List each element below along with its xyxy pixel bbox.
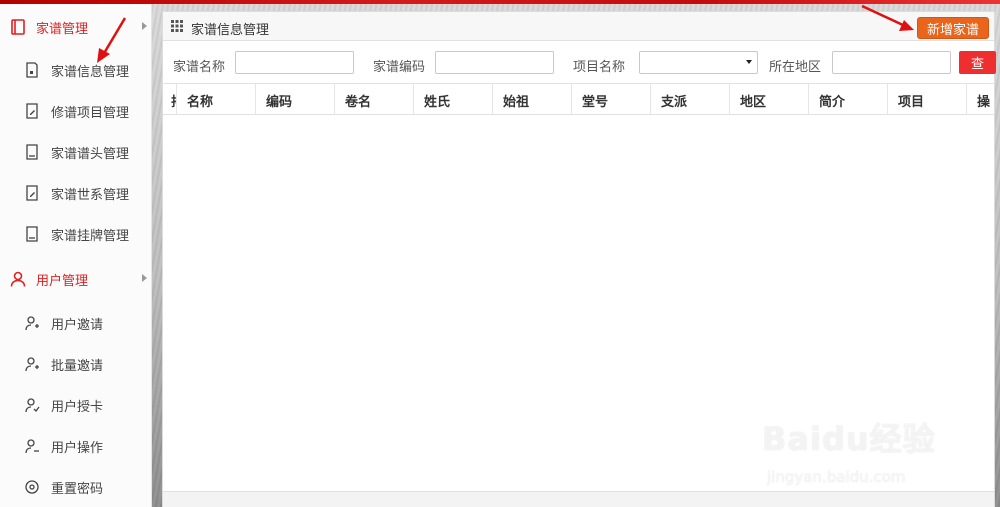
name-filter-input[interactable] bbox=[235, 51, 354, 74]
grid-icon bbox=[171, 20, 183, 32]
panel-header: 家谱信息管理 新增家谱 bbox=[163, 12, 994, 41]
user-settings-icon bbox=[25, 439, 39, 454]
code-filter-label: 家谱编码 bbox=[373, 60, 426, 75]
sidebar: 家谱管理 家谱信息管理 修谱项目管理 家谱谱头管理 家谱世系管理 家谱挂牌管理 … bbox=[0, 4, 152, 507]
sidebar-item-label: 家谱世系管理 bbox=[51, 188, 130, 203]
column-header[interactable]: 地区 bbox=[730, 84, 809, 114]
sidebar-item-label: 批量邀请 bbox=[51, 359, 104, 374]
sidebar-item-user-invite[interactable]: 用户邀请 bbox=[0, 305, 152, 341]
user-check-icon bbox=[25, 398, 40, 413]
column-header[interactable]: 姓氏 bbox=[414, 84, 493, 114]
table-header: 排 名称 编码 卷名 姓氏 始祖 堂号 支派 地区 简介 项目 操 bbox=[163, 83, 994, 115]
watermark-logo: Baidu经验 bbox=[762, 420, 936, 458]
column-header[interactable]: 堂号 bbox=[572, 84, 651, 114]
sidebar-group-label: 家谱管理 bbox=[36, 22, 89, 37]
sidebar-item-user-ops[interactable]: 用户操作 bbox=[0, 428, 152, 464]
sidebar-item-card-grant[interactable]: 用户授卡 bbox=[0, 387, 152, 423]
watermark-url: jingyan.baidu.com bbox=[767, 468, 906, 486]
list-document-icon bbox=[26, 144, 38, 160]
book-icon bbox=[11, 19, 25, 35]
sidebar-item-label: 修谱项目管理 bbox=[51, 106, 130, 121]
sidebar-item-batch-invite[interactable]: 批量邀请 bbox=[0, 346, 152, 382]
edit-document-icon bbox=[26, 103, 38, 119]
reset-icon bbox=[25, 480, 39, 494]
chevron-right-icon bbox=[142, 22, 147, 30]
sidebar-item-label: 用户授卡 bbox=[51, 400, 104, 415]
column-header[interactable]: 项目 bbox=[888, 84, 967, 114]
sidebar-item-reset-password[interactable]: 重置密码 bbox=[0, 469, 152, 505]
region-filter-label: 所在地区 bbox=[769, 60, 822, 75]
sidebar-item-label: 重置密码 bbox=[51, 482, 104, 497]
code-filter-input[interactable] bbox=[435, 51, 554, 74]
sidebar-item-project[interactable]: 修谱项目管理 bbox=[0, 93, 152, 129]
add-genealogy-button[interactable]: 新增家谱 bbox=[917, 17, 989, 39]
edit-document-icon bbox=[26, 185, 38, 201]
sidebar-item-genealogy-info[interactable]: 家谱信息管理 bbox=[0, 52, 152, 88]
column-header[interactable]: 排 bbox=[163, 84, 177, 114]
sidebar-item-lineage[interactable]: 家谱世系管理 bbox=[0, 175, 152, 211]
name-filter-label: 家谱名称 bbox=[173, 60, 226, 75]
sidebar-group-genealogy[interactable]: 家谱管理 bbox=[0, 9, 152, 45]
list-document-icon bbox=[26, 226, 38, 242]
column-header[interactable]: 始祖 bbox=[493, 84, 572, 114]
sidebar-item-header[interactable]: 家谱谱头管理 bbox=[0, 134, 152, 170]
column-header[interactable]: 卷名 bbox=[335, 84, 414, 114]
user-add-icon bbox=[25, 316, 39, 331]
document-icon bbox=[26, 62, 38, 78]
user-icon bbox=[10, 271, 26, 287]
sidebar-group-label: 用户管理 bbox=[36, 274, 89, 289]
sidebar-group-users[interactable]: 用户管理 bbox=[0, 261, 152, 297]
search-button[interactable]: 查 bbox=[959, 51, 996, 74]
column-header[interactable]: 简介 bbox=[809, 84, 888, 114]
sidebar-item-label: 家谱信息管理 bbox=[51, 65, 130, 80]
project-filter-label: 项目名称 bbox=[573, 60, 626, 75]
horizontal-scrollbar[interactable] bbox=[163, 491, 994, 507]
sidebar-item-label: 家谱谱头管理 bbox=[51, 147, 130, 162]
column-header[interactable]: 支派 bbox=[651, 84, 730, 114]
project-select[interactable] bbox=[639, 51, 758, 74]
region-filter-input[interactable] bbox=[832, 51, 951, 74]
sidebar-item-label: 用户操作 bbox=[51, 441, 104, 456]
chevron-right-icon bbox=[142, 274, 147, 282]
user-add-icon bbox=[25, 357, 39, 372]
column-header[interactable]: 编码 bbox=[256, 84, 335, 114]
column-header[interactable]: 操 bbox=[967, 84, 994, 114]
sidebar-item-label: 用户邀请 bbox=[51, 318, 104, 333]
caret-down-icon bbox=[746, 60, 752, 64]
page-title: 家谱信息管理 bbox=[191, 23, 270, 38]
column-header[interactable]: 名称 bbox=[177, 84, 256, 114]
sidebar-item-label: 家谱挂牌管理 bbox=[51, 229, 130, 244]
sidebar-item-plaque[interactable]: 家谱挂牌管理 bbox=[0, 216, 152, 252]
